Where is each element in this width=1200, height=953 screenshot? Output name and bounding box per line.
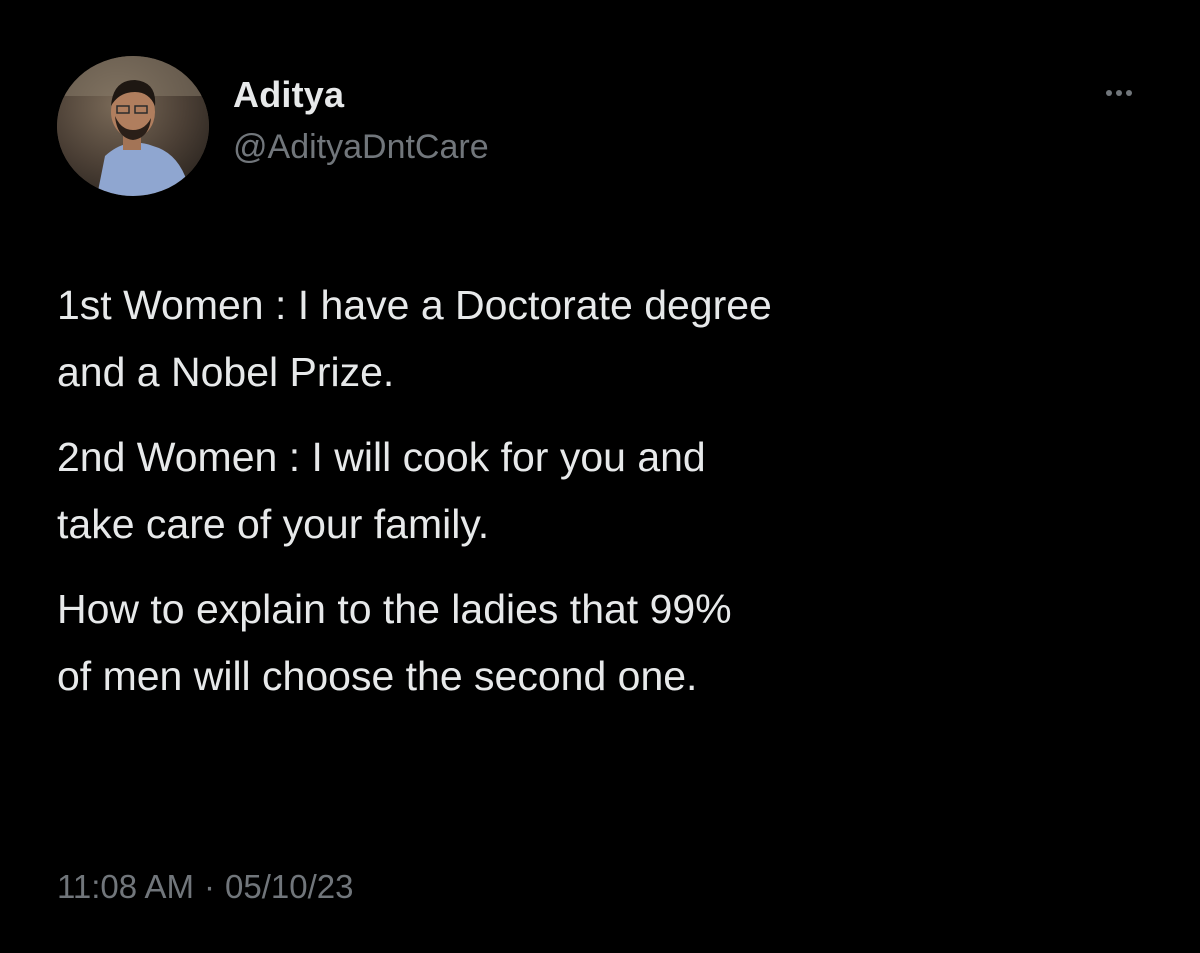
avatar-image [57, 56, 209, 196]
tweet-card: Aditya @AdityaDntCare 1st Women : I have… [0, 0, 1200, 953]
tweet-paragraph: 2nd Women : I will cook for you and take… [57, 434, 706, 547]
tweet-paragraph: 1st Women : I have a Doctorate degree an… [57, 282, 772, 395]
author-handle[interactable]: @AdityaDntCare [233, 128, 489, 167]
more-options-icon[interactable] [1094, 78, 1144, 108]
tweet-text: 1st Women : I have a Doctorate degree an… [57, 272, 1157, 728]
tweet-timestamp[interactable]: 11:08 AM · 05/10/23 [57, 868, 353, 906]
tweet-time: 11:08 AM [57, 868, 194, 905]
meta-separator: · [203, 868, 215, 905]
tweet-paragraph: How to explain to the ladies that 99% of… [57, 586, 732, 699]
more-dot [1116, 90, 1122, 96]
author-display-name[interactable]: Aditya [233, 74, 344, 116]
more-dot [1106, 90, 1112, 96]
tweet-date: 05/10/23 [224, 868, 354, 905]
avatar[interactable] [57, 56, 209, 196]
more-dot [1126, 90, 1132, 96]
